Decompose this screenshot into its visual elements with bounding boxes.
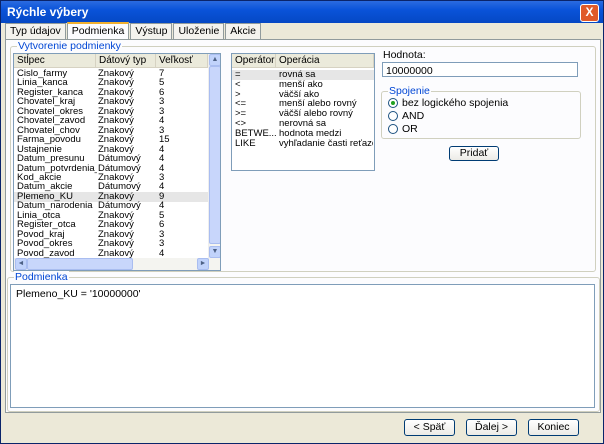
condition-text[interactable]: Plemeno_KU = '10000000' bbox=[10, 284, 595, 408]
operator-symbol: <= bbox=[235, 99, 247, 110]
scroll-left-icon[interactable]: ◄ bbox=[15, 258, 27, 270]
tab-strip: Typ údajov Podmienka Výstup Uloženie Akc… bbox=[5, 22, 262, 39]
back-button[interactable]: < Späť bbox=[404, 419, 455, 436]
radio-no-logic-label[interactable]: bez logického spojenia bbox=[402, 97, 508, 109]
title-bar[interactable]: Rýchle výbery X bbox=[1, 1, 603, 23]
columns-hscroll-thumb[interactable] bbox=[27, 258, 133, 270]
operator-symbol: < bbox=[235, 79, 241, 90]
next-button[interactable]: Ďalej > bbox=[466, 419, 517, 436]
connection-group: Spojenie bez logického spojenia AND OR bbox=[381, 85, 581, 139]
add-button[interactable]: Pridať bbox=[449, 146, 499, 161]
operator-description: väčší alebo rovný bbox=[279, 109, 353, 120]
tab-condition[interactable]: Podmienka bbox=[66, 22, 130, 39]
connection-group-label: Spojenie bbox=[388, 85, 431, 97]
operator-row[interactable]: < menší ako bbox=[232, 80, 374, 90]
value-input[interactable]: 10000000 bbox=[382, 62, 578, 77]
scroll-down-icon[interactable]: ▼ bbox=[209, 246, 220, 258]
operator-row[interactable]: = rovná sa bbox=[232, 70, 374, 80]
window-title: Rýchle výbery bbox=[7, 5, 89, 19]
operator-description: nerovná sa bbox=[279, 119, 327, 129]
condition-builder-group: Vytvorenie podmienky Stĺpec Dátový typ V… bbox=[10, 40, 596, 272]
finish-button[interactable]: Koniec bbox=[528, 419, 579, 436]
operator-description: vyhľadanie časti reťazca bbox=[279, 138, 373, 149]
tab-output[interactable]: Výstup bbox=[130, 23, 173, 39]
operators-list[interactable]: Operátor Operácia = rovná sa < menší ako > vä… bbox=[231, 53, 375, 171]
radio-no-logic[interactable] bbox=[388, 98, 398, 108]
condition-builder-group-label: Vytvorenie podmienky bbox=[17, 40, 122, 52]
columns-scroll-thumb[interactable] bbox=[209, 66, 220, 244]
operator-row[interactable]: BETWE... hodnota medzi bbox=[232, 129, 374, 139]
operator-symbol: LIKE bbox=[235, 138, 256, 149]
operator-row[interactable]: >= väčší alebo rovný bbox=[232, 109, 374, 119]
tab-data-type[interactable]: Typ údajov bbox=[5, 23, 66, 39]
columns-horizontal-scrollbar[interactable]: ◄ ► bbox=[14, 258, 220, 270]
column-header-data-type[interactable]: Dátový typ bbox=[96, 54, 156, 68]
operator-row[interactable]: <> nerovná sa bbox=[232, 119, 374, 129]
radio-and[interactable] bbox=[388, 111, 398, 121]
tab-actions[interactable]: Akcie bbox=[225, 23, 261, 39]
operation-header[interactable]: Operácia bbox=[276, 54, 374, 68]
columns-vertical-scrollbar[interactable]: ▲ ▼ bbox=[208, 54, 220, 258]
operator-description: rovná sa bbox=[279, 70, 316, 80]
radio-and-label[interactable]: AND bbox=[402, 110, 424, 122]
operator-row[interactable]: LIKE vyhľadanie časti reťazca bbox=[232, 139, 374, 149]
scroll-up-icon[interactable]: ▲ bbox=[209, 54, 220, 66]
radio-or-label[interactable]: OR bbox=[402, 123, 418, 135]
column-header-size[interactable]: Veľkosť bbox=[156, 54, 208, 68]
tab-save[interactable]: Uloženie bbox=[173, 23, 225, 39]
operator-description: väčší ako bbox=[279, 89, 320, 100]
condition-group-label: Podmienka bbox=[14, 271, 69, 283]
quick-selects-window: Rýchle výbery X Typ údajov Podmienka Výs… bbox=[0, 0, 604, 444]
operator-symbol: = bbox=[235, 70, 241, 80]
operator-symbol: > bbox=[235, 89, 241, 100]
operator-row[interactable]: > väčší ako bbox=[232, 90, 374, 100]
scroll-right-icon[interactable]: ► bbox=[197, 258, 209, 270]
condition-tab-panel: Vytvorenie podmienky Stĺpec Dátový typ V… bbox=[5, 39, 601, 413]
operator-row[interactable]: <= menší alebo rovný bbox=[232, 99, 374, 109]
radio-or[interactable] bbox=[388, 124, 398, 134]
operator-description: hodnota medzi bbox=[279, 128, 342, 139]
operator-symbol: <> bbox=[235, 119, 247, 129]
operator-header[interactable]: Operátor bbox=[232, 54, 276, 68]
column-header-column[interactable]: Stĺpec bbox=[14, 54, 96, 68]
close-button[interactable]: X bbox=[580, 4, 599, 22]
condition-group: Podmienka Plemeno_KU = '10000000' bbox=[7, 271, 600, 412]
columns-list[interactable]: Stĺpec Dátový typ Veľkosť Cislo_farmy Zna… bbox=[13, 53, 221, 271]
operator-symbol: >= bbox=[235, 109, 247, 120]
operator-symbol: BETWE... bbox=[235, 128, 277, 139]
value-label: Hodnota: bbox=[383, 49, 426, 61]
operator-description: menší ako bbox=[279, 79, 323, 90]
operator-description: menší alebo rovný bbox=[279, 99, 357, 110]
